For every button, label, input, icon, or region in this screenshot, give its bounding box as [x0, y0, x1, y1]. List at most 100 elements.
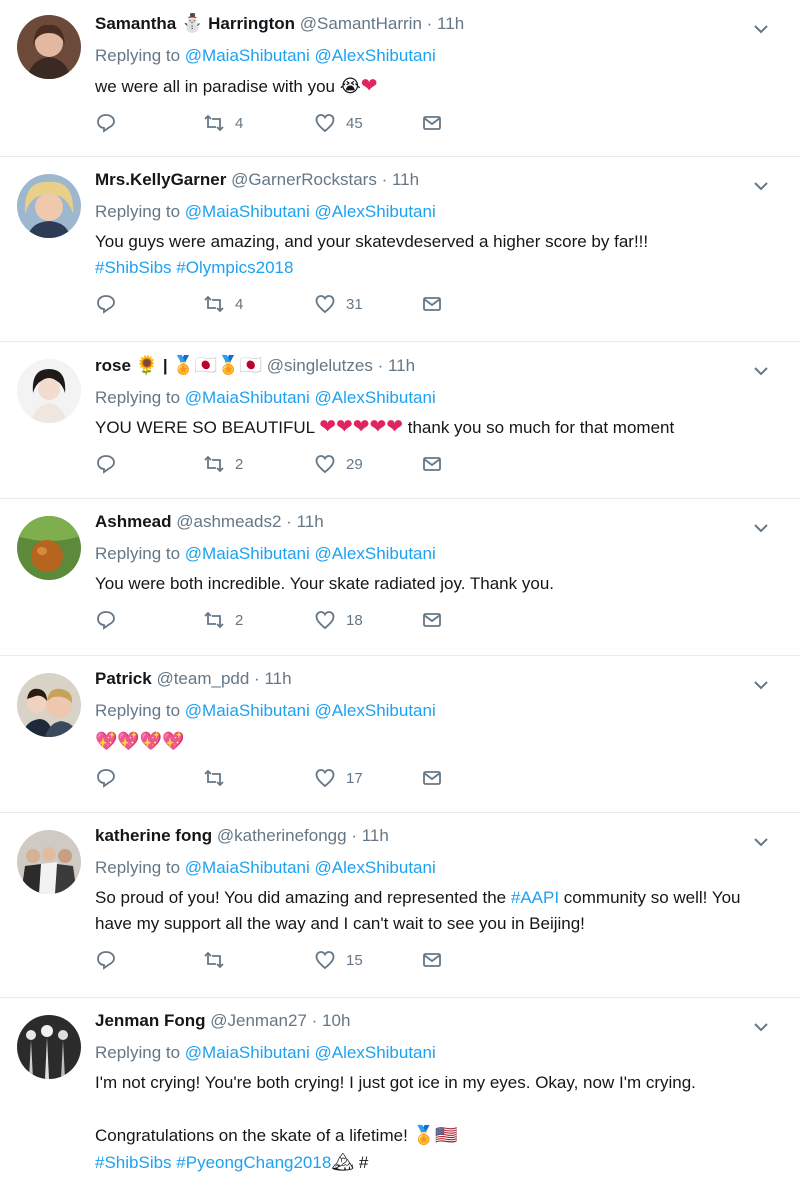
- chevron-down-icon[interactable]: [750, 175, 772, 197]
- avatar[interactable]: [17, 1015, 81, 1079]
- retweet-count: 2: [235, 611, 244, 629]
- mention-link[interactable]: @AlexShibutani: [315, 202, 436, 221]
- reply-icon: [97, 951, 115, 970]
- like-button[interactable]: 45: [314, 110, 363, 136]
- like-button[interactable]: 31: [314, 291, 363, 317]
- retweet-button[interactable]: 2: [203, 451, 243, 477]
- direct-message-button[interactable]: [421, 110, 443, 136]
- replying-label: Replying to: [95, 388, 181, 407]
- mention-link[interactable]: @AlexShibutani: [315, 388, 436, 407]
- chevron-down-icon[interactable]: [750, 831, 772, 853]
- replying-label: Replying to: [95, 1043, 181, 1062]
- user-handle[interactable]: @katherinefongg: [217, 826, 347, 845]
- timestamp[interactable]: 11h: [362, 826, 389, 845]
- reply-tweet[interactable]: Samantha ⛄ Harrington @SamantHarrin · 11…: [0, 0, 800, 157]
- display-name[interactable]: Ashmead: [95, 512, 172, 531]
- avatar[interactable]: [17, 359, 81, 423]
- reply-button[interactable]: [95, 947, 117, 973]
- avatar[interactable]: [17, 673, 81, 737]
- mention-link[interactable]: @MaiaShibutani: [185, 701, 310, 720]
- mention-link[interactable]: @AlexShibutani: [315, 858, 436, 877]
- reply-button[interactable]: [95, 451, 117, 477]
- timestamp[interactable]: 11h: [264, 669, 291, 688]
- user-handle[interactable]: @SamantHarrin: [300, 14, 422, 33]
- reply-tweet[interactable]: rose 🌻 | 🏅🇯🇵🏅🇯🇵 @singlelutzes · 11h Repl…: [0, 342, 800, 499]
- display-name[interactable]: katherine fong: [95, 826, 212, 845]
- display-name[interactable]: Jenman Fong: [95, 1011, 206, 1030]
- avatar[interactable]: [17, 15, 81, 79]
- reply-button[interactable]: [95, 291, 117, 317]
- hashtag-link[interactable]: #ShibSibs #PyeongChang2018: [95, 1153, 331, 1172]
- replying-to: Replying to @MaiaShibutani @AlexShibutan…: [95, 45, 760, 67]
- heart-emoji: ❤❤❤❤❤: [319, 416, 403, 438]
- avatar[interactable]: [17, 830, 81, 894]
- hashtag-link[interactable]: #AAPI: [511, 888, 559, 907]
- timestamp[interactable]: 11h: [437, 14, 464, 33]
- mention-link[interactable]: @MaiaShibutani: [185, 202, 310, 221]
- chevron-down-icon[interactable]: [750, 18, 772, 40]
- display-name[interactable]: Patrick: [95, 669, 152, 688]
- avatar[interactable]: [17, 516, 81, 580]
- direct-message-button[interactable]: [421, 291, 443, 317]
- reply-tweet[interactable]: Ashmead @ashmeads2 · 11h Replying to @Ma…: [0, 499, 800, 656]
- mention-link[interactable]: @MaiaShibutani: [185, 388, 310, 407]
- like-button[interactable]: 29: [314, 451, 363, 477]
- reply-button[interactable]: [95, 110, 117, 136]
- reply-tweet[interactable]: Jenman Fong @Jenman27 · 10h Replying to …: [0, 998, 800, 1188]
- tweet-text: YOU WERE SO BEAUTIFUL ❤❤❤❤❤ thank you so…: [95, 415, 760, 441]
- retweet-button[interactable]: 2: [203, 607, 243, 633]
- like-button[interactable]: 18: [314, 607, 363, 633]
- chevron-down-icon[interactable]: [750, 1016, 772, 1038]
- retweet-button[interactable]: [203, 947, 235, 973]
- reply-icon: [97, 295, 115, 314]
- chevron-down-icon[interactable]: [750, 360, 772, 382]
- mention-link[interactable]: @AlexShibutani: [315, 1043, 436, 1062]
- timestamp[interactable]: 11h: [392, 170, 419, 189]
- chevron-down-icon[interactable]: [750, 517, 772, 539]
- display-name[interactable]: rose: [95, 356, 131, 375]
- mention-link[interactable]: @AlexShibutani: [315, 701, 436, 720]
- mention-link[interactable]: @AlexShibutani: [315, 544, 436, 563]
- replying-label: Replying to: [95, 701, 181, 720]
- user-handle[interactable]: @GarnerRockstars: [231, 170, 377, 189]
- display-name-suffix[interactable]: Harrington: [208, 14, 295, 33]
- reply-tweet[interactable]: katherine fong @katherinefongg · 11h Rep…: [0, 813, 800, 998]
- display-name[interactable]: Samantha: [95, 14, 176, 33]
- direct-message-button[interactable]: [421, 607, 443, 633]
- retweet-button[interactable]: 4: [203, 110, 243, 136]
- direct-message-button[interactable]: [421, 947, 443, 973]
- direct-message-button[interactable]: [421, 765, 443, 791]
- mention-link[interactable]: @MaiaShibutani: [185, 544, 310, 563]
- like-button[interactable]: 15: [314, 947, 363, 973]
- sparkling-hearts-emoji: 💖💖💖💖: [95, 731, 185, 751]
- chevron-down-icon[interactable]: [750, 674, 772, 696]
- snowman-emoji: ⛄: [180, 13, 204, 33]
- display-name[interactable]: Mrs.KellyGarner: [95, 170, 226, 189]
- mention-link[interactable]: @MaiaShibutani: [185, 46, 310, 65]
- mention-link[interactable]: @MaiaShibutani: [185, 858, 310, 877]
- user-handle[interactable]: @singlelutzes: [267, 356, 373, 375]
- user-handle[interactable]: @ashmeads2: [176, 512, 281, 531]
- reply-button[interactable]: [95, 607, 117, 633]
- mention-link[interactable]: @AlexShibutani: [315, 46, 436, 65]
- heart-emoji: ❤: [360, 75, 378, 97]
- timestamp[interactable]: 11h: [297, 512, 324, 531]
- like-icon: [315, 295, 335, 314]
- mention-link[interactable]: @MaiaShibutani: [185, 1043, 310, 1062]
- user-handle[interactable]: @team_pdd: [156, 669, 249, 688]
- avatar[interactable]: [17, 174, 81, 238]
- reply-button[interactable]: [95, 765, 117, 791]
- retweet-button[interactable]: 4: [203, 291, 243, 317]
- timestamp[interactable]: 11h: [388, 356, 415, 375]
- retweet-button[interactable]: [203, 765, 235, 791]
- timestamp[interactable]: 10h: [322, 1011, 350, 1030]
- tweet-actions: 15: [95, 947, 760, 973]
- reply-tweet[interactable]: Mrs.KellyGarner @GarnerRockstars · 11h R…: [0, 157, 800, 342]
- user-handle[interactable]: @Jenman27: [210, 1011, 307, 1030]
- like-button[interactable]: 17: [314, 765, 363, 791]
- tweet-header: rose 🌻 | 🏅🇯🇵🏅🇯🇵 @singlelutzes · 11h: [95, 354, 760, 377]
- replying-to: Replying to @MaiaShibutani @AlexShibutan…: [95, 543, 760, 565]
- hashtag-link[interactable]: #ShibSibs #Olympics2018: [95, 258, 293, 277]
- direct-message-button[interactable]: [421, 451, 443, 477]
- reply-tweet[interactable]: Patrick @team_pdd · 11h Replying to @Mai…: [0, 656, 800, 813]
